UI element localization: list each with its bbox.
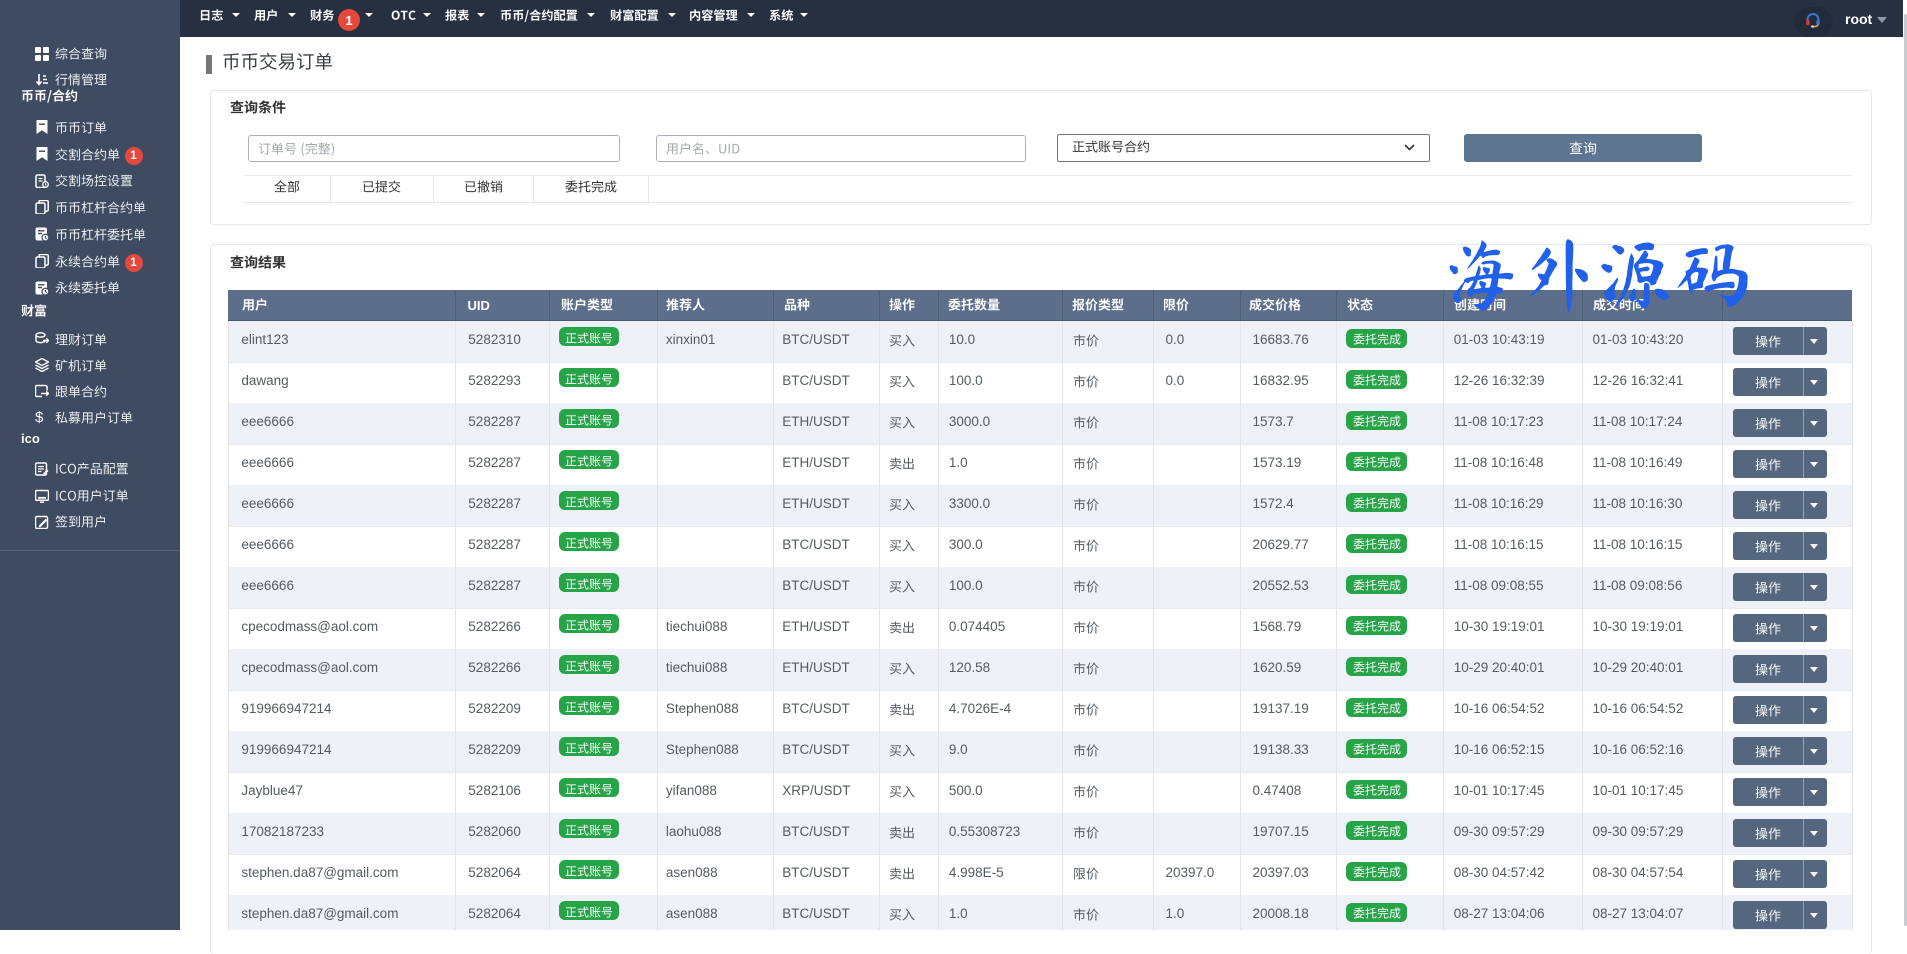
- svg-text:$: $: [35, 410, 44, 424]
